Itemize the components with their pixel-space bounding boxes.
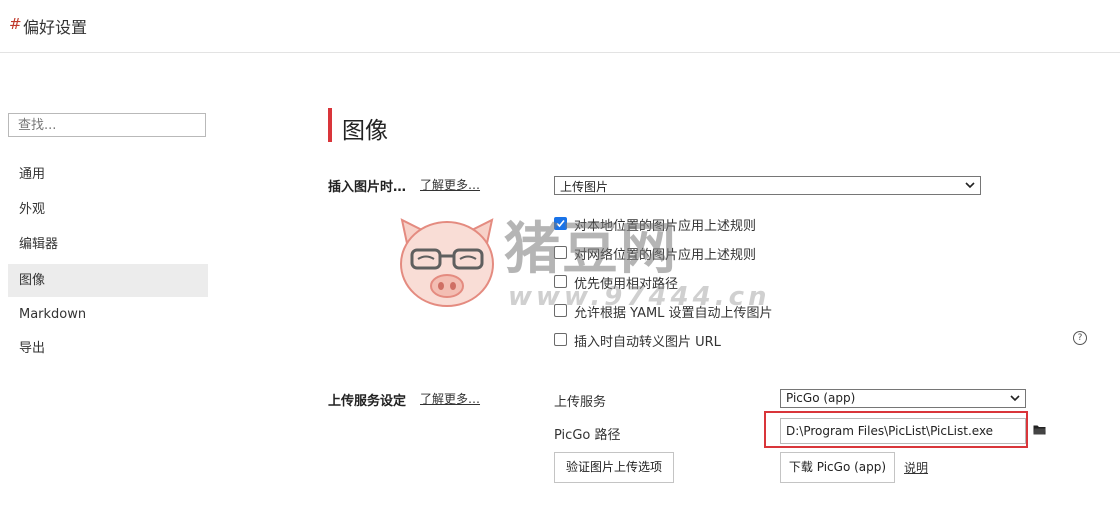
window-title: 偏好设置 bbox=[23, 18, 88, 37]
search-input[interactable] bbox=[8, 113, 206, 137]
download-picgo-button[interactable]: 下载 PicGo (app) bbox=[780, 452, 895, 483]
explain-link[interactable]: 说明 bbox=[904, 459, 928, 476]
watermark-text: 猪豆网 bbox=[504, 217, 678, 282]
upload-service-settings-label: 上传服务设定 bbox=[328, 394, 407, 409]
sidebar-item-appearance[interactable]: 外观 bbox=[8, 193, 208, 226]
upload-service-select[interactable]: PicGo (app) bbox=[780, 389, 1026, 408]
verify-upload-button[interactable]: 验证图片上传选项 bbox=[554, 452, 674, 483]
pig-logo-icon bbox=[400, 218, 494, 307]
sidebar-item-export[interactable]: 导出 bbox=[8, 332, 208, 365]
watermark-url: www.97444.cn bbox=[508, 282, 771, 312]
hash-icon: # bbox=[9, 15, 22, 33]
folder-icon[interactable] bbox=[1033, 424, 1046, 435]
escape-image-url-label: 插入时自动转义图片 URL bbox=[574, 335, 721, 350]
upload-service-learn-more-link[interactable]: 了解更多… bbox=[420, 390, 480, 407]
insert-action-value: 上传图片 bbox=[560, 180, 609, 194]
sidebar-item-general[interactable]: 通用 bbox=[8, 158, 208, 191]
upload-service-value: PicGo (app) bbox=[786, 391, 856, 405]
section-accent-bar bbox=[328, 108, 332, 142]
insert-image-learn-more-link[interactable]: 了解更多… bbox=[420, 176, 480, 193]
chevron-down-icon bbox=[965, 182, 975, 189]
section-title: 图像 bbox=[342, 118, 388, 144]
picgo-path-label: PicGo 路径 bbox=[554, 428, 621, 443]
sidebar-item-image[interactable]: 图像 bbox=[8, 264, 208, 297]
insert-image-label: 插入图片时… bbox=[328, 180, 407, 195]
chevron-down-icon bbox=[1010, 395, 1020, 402]
insert-action-select[interactable]: 上传图片 bbox=[554, 176, 981, 195]
sidebar-item-markdown[interactable]: Markdown bbox=[8, 298, 208, 331]
help-icon[interactable]: ? bbox=[1073, 331, 1087, 345]
checkbox-unchecked-icon bbox=[554, 333, 567, 346]
sidebar-item-editor[interactable]: 编辑器 bbox=[8, 228, 208, 261]
title-bar: # 偏好设置 bbox=[0, 0, 1120, 53]
picgo-path-input[interactable] bbox=[780, 418, 1026, 444]
upload-service-label: 上传服务 bbox=[554, 395, 607, 410]
